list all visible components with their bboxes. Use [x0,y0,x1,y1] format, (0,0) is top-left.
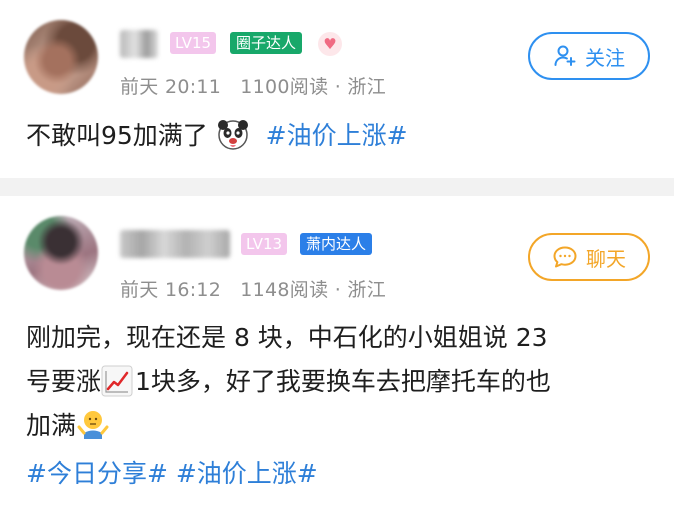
panda-emoji [216,117,250,151]
level-badge: LV15 [170,32,217,54]
read-count: 1148阅读 [240,279,329,301]
circle-expert-badge: 圈子达人 [230,32,303,54]
add-user-icon [553,44,577,68]
topic-oil-price-up[interactable]: #油价上涨# [266,121,408,150]
post-text-line: 号要涨 1块多，好了我要换车去把摩托车的也 [26,360,551,404]
chat-bubble-icon [552,245,578,269]
post-text: 不敢叫95加满了 #油价上涨# [26,110,408,162]
post-text-line: 刚加完，现在还是 8 块，中石化的小姐姐说 23 [26,323,548,352]
heart-icon: ♥ [318,32,342,56]
location: 浙江 [347,76,387,98]
user-avatar[interactable] [24,216,98,290]
chart-increasing-emoji [101,365,135,399]
post-text-fragment: 号要涨 [26,367,102,396]
post-time: 前天 16:12 [120,279,222,301]
separator-dot: · [334,76,342,98]
username-blurred[interactable] [120,230,230,258]
post-text-content: 不敢叫95加满了 [26,121,208,150]
shrug-emoji [76,407,110,441]
separator-dot: · [334,279,342,301]
chat-button[interactable]: 聊天 [528,233,650,281]
user-avatar[interactable] [24,20,98,94]
username-blurred[interactable] [120,30,158,58]
post-text-line: 加满 [26,404,551,448]
topic-row: #今日分享# #油价上涨# [26,452,551,496]
topic-oil-price-up[interactable]: #油价上涨# [176,459,318,488]
level-badge: LV13 [241,233,288,255]
read-count: 1100阅读 [240,76,329,98]
post-time: 前天 20:11 [120,76,222,98]
chat-label: 聊天 [586,246,626,271]
post-meta: 前天 20:11 1100阅读 · 浙江 [120,72,386,99]
post-text-fragment: 1块多，好了我要换车去把摩托车的也 [135,367,551,396]
post-card[interactable]: LV15 圈子达人 ♥ 前天 20:11 1100阅读 · 浙江 关注 不敢叫9… [0,0,674,178]
follow-label: 关注 [585,45,625,70]
post-meta: 前天 16:12 1148阅读 · 浙江 [120,275,386,302]
post-text-fragment: 加满 [26,411,77,440]
topic-today-share[interactable]: #今日分享# [26,459,168,488]
post-text: 刚加完，现在还是 8 块，中石化的小姐姐说 23 号要涨 1块多，好了我要换车去… [26,316,551,496]
follow-button[interactable]: 关注 [528,32,650,80]
expert-badge: 萧内达人 [300,233,373,255]
location: 浙江 [347,279,387,301]
